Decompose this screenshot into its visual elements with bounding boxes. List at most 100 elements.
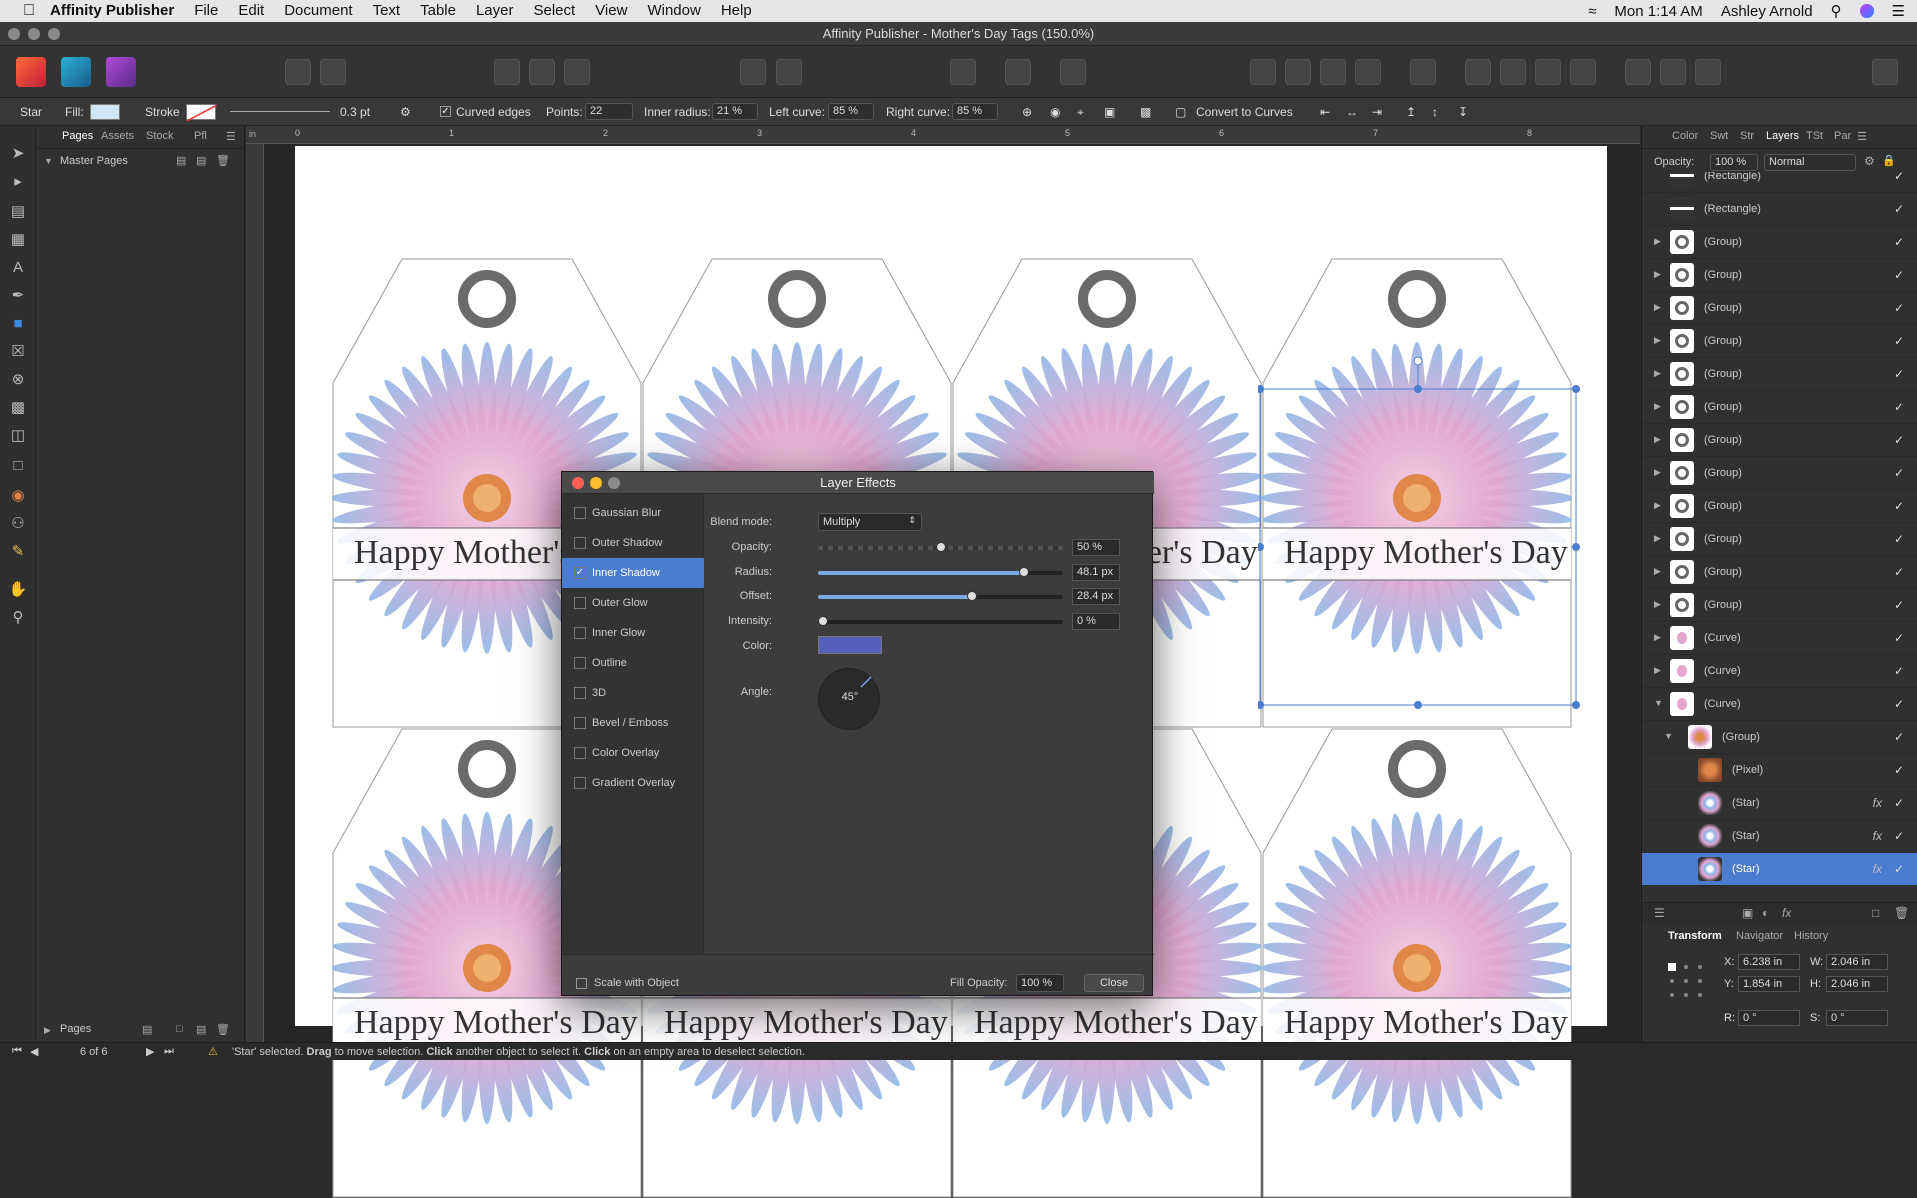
- layer-row[interactable]: ▶ (Group) ✓: [1642, 292, 1917, 325]
- warning-icon[interactable]: ⚠: [208, 1045, 218, 1058]
- layer-expand-icon[interactable]: ▶: [1654, 665, 1661, 676]
- layer-expand-icon[interactable]: ▶: [1654, 401, 1661, 412]
- gift-tag[interactable]: Happy Mother's Day: [1262, 728, 1572, 1198]
- selection-bounds[interactable]: [1258, 355, 1582, 710]
- tab-stroke[interactable]: Str: [1740, 130, 1754, 142]
- angle-dial[interactable]: 45°: [818, 668, 880, 730]
- layer-row[interactable]: ▶ (Group) ✓: [1642, 523, 1917, 556]
- spotlight-icon[interactable]: ⚲: [1831, 2, 1842, 20]
- delete-master-icon[interactable]: 🗑: [216, 154, 230, 167]
- zoom-tool-icon[interactable]: ⚲: [8, 608, 28, 628]
- page-counter[interactable]: 6 of 6: [80, 1046, 108, 1058]
- layer-row[interactable]: ▶ (Curve) ✓: [1642, 655, 1917, 688]
- align-left-icon[interactable]: ⇤: [1320, 105, 1330, 119]
- menu-file[interactable]: File: [184, 0, 228, 22]
- tab-assets[interactable]: Assets: [101, 130, 134, 142]
- crop-icon[interactable]: ▣: [1104, 105, 1115, 119]
- menu-layer[interactable]: Layer: [466, 0, 524, 22]
- rotation-field[interactable]: 0 °: [1738, 1010, 1800, 1026]
- layer-visibility-checkbox[interactable]: ✓: [1894, 829, 1904, 843]
- layer-expand-icon[interactable]: ▶: [1654, 632, 1661, 643]
- user-name[interactable]: Ashley Arnold: [1721, 3, 1813, 20]
- place-image-tool-icon[interactable]: ▩: [8, 398, 28, 418]
- shadow-color-swatch[interactable]: [818, 636, 882, 654]
- convert-to-curves-button[interactable]: Convert to Curves: [1196, 105, 1293, 119]
- scale-with-object-checkbox[interactable]: [576, 978, 587, 989]
- tab-layers[interactable]: Layers: [1766, 130, 1799, 142]
- rectangle-tool-icon[interactable]: ■: [8, 314, 28, 334]
- tag-text[interactable]: Happy Mother's Day: [974, 1004, 1258, 1042]
- move-tool-icon[interactable]: ➤: [8, 144, 28, 164]
- layer-expand-icon[interactable]: ▶: [1654, 467, 1661, 478]
- menu-select[interactable]: Select: [524, 0, 586, 22]
- dialog-close-icon[interactable]: [572, 477, 584, 489]
- shear-field[interactable]: 0 °: [1826, 1010, 1888, 1026]
- layer-visibility-checkbox[interactable]: ✓: [1894, 499, 1904, 513]
- layer-expand-icon[interactable]: ▼: [1664, 731, 1673, 741]
- layer-row[interactable]: ▶ (Curve) ✓: [1642, 622, 1917, 655]
- anchor-selector[interactable]: [1666, 961, 1706, 1001]
- node-icon[interactable]: ▩: [1140, 105, 1151, 119]
- layer-row[interactable]: ▼ (Group) ✓: [1642, 721, 1917, 754]
- blend-mode-select[interactable]: Multiply ⇕: [818, 513, 922, 531]
- layers-stack-icon[interactable]: ☰: [1654, 906, 1665, 920]
- boolean-add-icon[interactable]: [1625, 59, 1651, 85]
- pages-section-label[interactable]: Pages: [60, 1023, 91, 1035]
- layer-visibility-checkbox[interactable]: ✓: [1894, 433, 1904, 447]
- stroke-swatch[interactable]: [186, 104, 218, 122]
- effect-checkbox[interactable]: [574, 687, 586, 699]
- arrange-forward-icon[interactable]: [1320, 59, 1346, 85]
- effect-checkbox[interactable]: ✓: [574, 567, 586, 579]
- left-curve-field[interactable]: 85 %: [828, 103, 874, 120]
- pin-icon[interactable]: [740, 59, 766, 85]
- layer-expand-icon[interactable]: ▶: [1654, 302, 1661, 313]
- ellipse-frame-tool-icon[interactable]: ⊗: [8, 370, 28, 390]
- fill-tool-icon[interactable]: ⚇: [8, 514, 28, 534]
- apple-icon[interactable]: : [18, 0, 40, 22]
- convert-to-curves-icon[interactable]: ▢: [1175, 105, 1186, 119]
- dialog-zoom-icon[interactable]: [608, 477, 620, 489]
- snapping-magnet-icon[interactable]: [1060, 59, 1086, 85]
- last-page-icon[interactable]: ⏭: [164, 1045, 174, 1058]
- layer-settings-gear-icon[interactable]: ⚙: [1864, 154, 1875, 168]
- designer-persona-icon[interactable]: [61, 57, 91, 87]
- prev-page-icon[interactable]: ◀: [30, 1045, 38, 1058]
- boolean-intersect-icon[interactable]: [1695, 59, 1721, 85]
- tab-pfl[interactable]: Pfl: [194, 130, 207, 142]
- opacity-field[interactable]: 50 %: [1072, 539, 1120, 556]
- points-field[interactable]: 22: [585, 103, 633, 120]
- boolean-subtract-icon[interactable]: [1660, 59, 1686, 85]
- tab-transform[interactable]: Transform: [1668, 930, 1722, 942]
- snap-icon[interactable]: ⊕: [1022, 105, 1032, 119]
- flip-horizontal-icon[interactable]: [1465, 59, 1491, 85]
- effect-item-color-overlay[interactable]: Color Overlay: [562, 738, 704, 768]
- opacity-slider-knob[interactable]: [935, 542, 946, 552]
- layer-row[interactable]: ▶ (Group) ✓: [1642, 259, 1917, 292]
- align-right-icon[interactable]: ⇥: [1372, 105, 1382, 119]
- tab-stock[interactable]: Stock: [146, 130, 174, 142]
- layer-row[interactable]: (Rectangle) ✓: [1642, 193, 1917, 226]
- menu-help[interactable]: Help: [711, 0, 762, 22]
- dialog-minimize-icon[interactable]: [590, 477, 602, 489]
- layer-visibility-checkbox[interactable]: ✓: [1894, 172, 1904, 183]
- fill-swatch[interactable]: [90, 104, 120, 120]
- siri-icon[interactable]: [1859, 4, 1874, 18]
- layer-row[interactable]: ▼ (Curve) ✓: [1642, 688, 1917, 721]
- layer-row[interactable]: (Star) fx ✓: [1642, 787, 1917, 820]
- table-tool-icon[interactable]: ▦: [8, 230, 28, 250]
- flip-vertical-icon[interactable]: [1500, 59, 1526, 85]
- layer-visibility-checkbox[interactable]: ✓: [1894, 664, 1904, 678]
- effect-checkbox[interactable]: [574, 717, 586, 729]
- radius-slider[interactable]: [818, 567, 1063, 577]
- layer-visibility-checkbox[interactable]: ✓: [1894, 862, 1904, 876]
- layer-visibility-checkbox[interactable]: ✓: [1894, 466, 1904, 480]
- photo-persona-icon[interactable]: [106, 57, 136, 87]
- layer-visibility-checkbox[interactable]: ✓: [1894, 730, 1904, 744]
- arrange-back-icon[interactable]: [1250, 59, 1276, 85]
- layer-visibility-checkbox[interactable]: ✓: [1894, 532, 1904, 546]
- hand-tool-icon[interactable]: ✋: [8, 580, 28, 600]
- tag-text[interactable]: Happy Mother's Day: [664, 1004, 948, 1042]
- layer-visibility-checkbox[interactable]: ✓: [1894, 367, 1904, 381]
- crop-tool-icon[interactable]: □: [8, 456, 28, 476]
- align-top-icon[interactable]: ↥: [1406, 105, 1416, 119]
